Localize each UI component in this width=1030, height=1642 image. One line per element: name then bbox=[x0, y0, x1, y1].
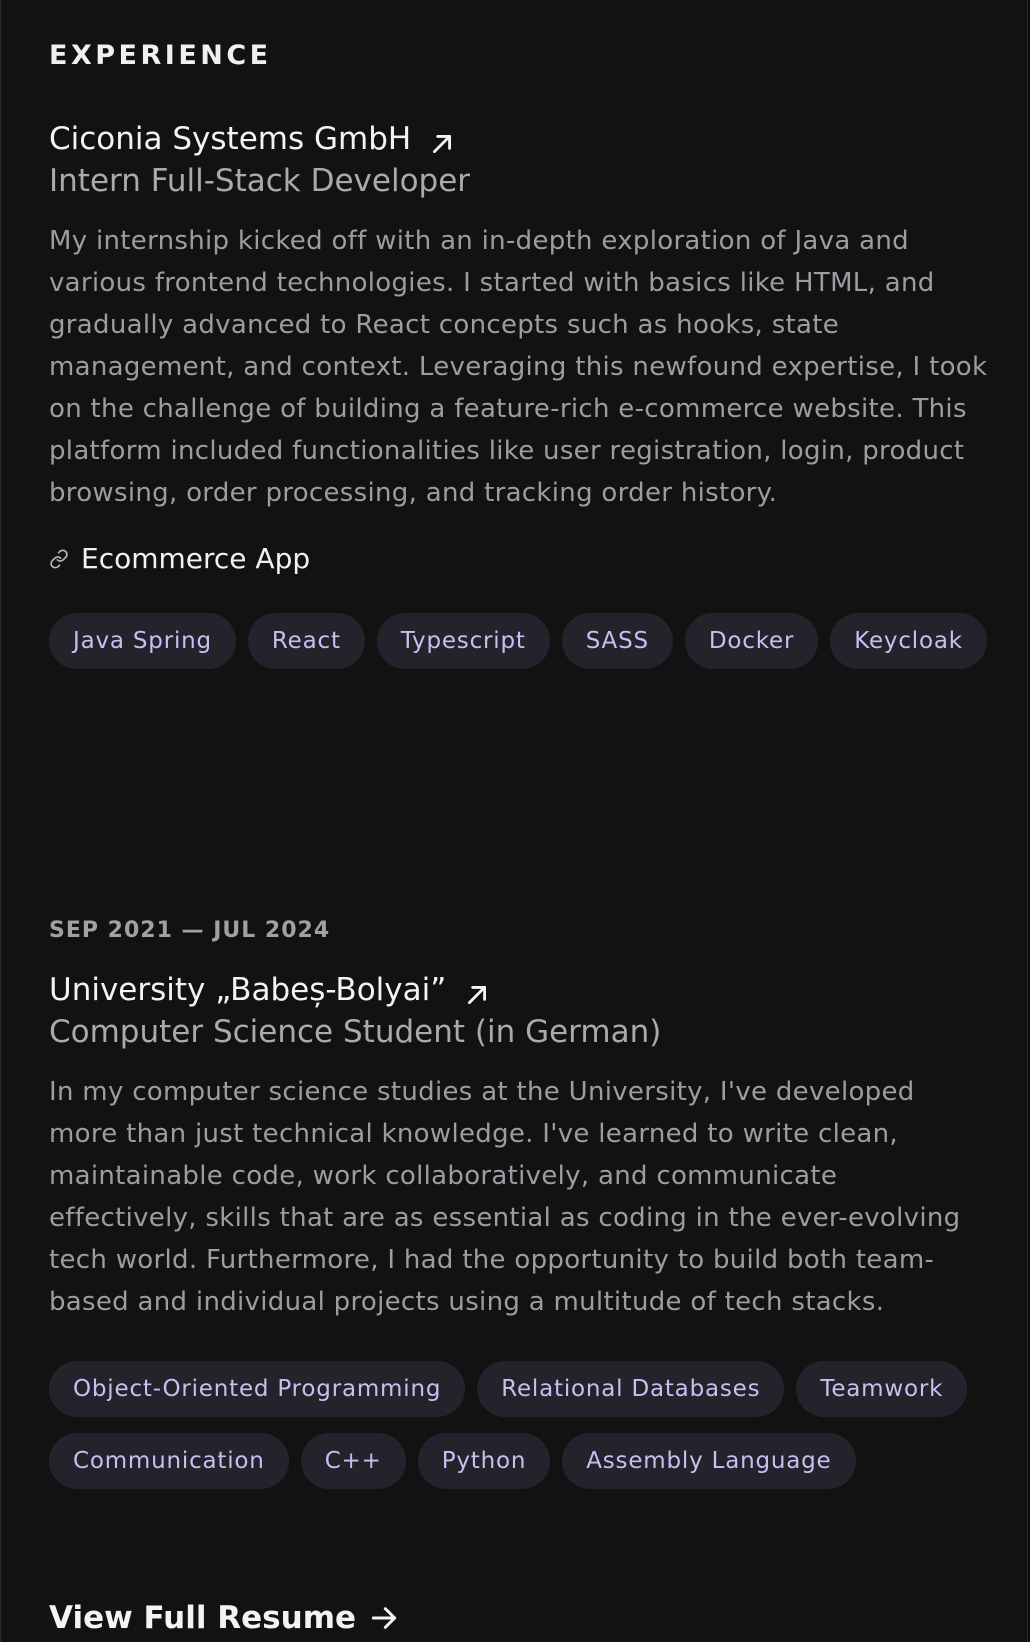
link-chain-icon bbox=[50, 548, 68, 569]
tag-react: React bbox=[247, 613, 365, 669]
tag-docker: Docker bbox=[684, 613, 819, 669]
organization-link[interactable]: University „Babeș-Bolyai” bbox=[49, 969, 989, 1011]
tag-keycloak: Keycloak bbox=[830, 613, 987, 669]
arrow-up-right-icon bbox=[468, 986, 487, 1004]
tag-cpp: C++ bbox=[300, 1433, 406, 1489]
project-link-label: Ecommerce App bbox=[81, 542, 311, 575]
tag-oop: Object-Oriented Programming bbox=[49, 1361, 466, 1417]
tag-teamwork: Teamwork bbox=[796, 1361, 968, 1417]
tag-relational-databases: Relational Databases bbox=[477, 1361, 785, 1417]
tech-tags: Java Spring React Typescript SASS Docker… bbox=[49, 613, 989, 669]
experience-entry-university: SEP 2021 — JUL 2024 University „Babeș-Bo… bbox=[49, 918, 989, 1489]
experience-panel: EXPERIENCE Ciconia Systems GmbH Intern F… bbox=[0, 0, 1028, 1642]
job-description: My internship kicked off with an in-dept… bbox=[49, 226, 988, 508]
job-description: In my computer science studies at the Un… bbox=[49, 1077, 961, 1317]
job-role: Intern Full-Stack Developer bbox=[49, 163, 471, 199]
tag-sass: SASS bbox=[561, 613, 673, 669]
experience-entry-ciconia: Ciconia Systems GmbH Intern Full-Stack D… bbox=[49, 118, 989, 669]
organization-link[interactable]: Ciconia Systems GmbH bbox=[49, 118, 989, 160]
organization-name: Ciconia Systems GmbH bbox=[49, 121, 412, 157]
tag-java-spring: Java Spring bbox=[49, 613, 236, 669]
arrow-up-right-icon bbox=[433, 135, 452, 153]
tag-communication: Communication bbox=[49, 1433, 289, 1489]
date-range: SEP 2021 — JUL 2024 bbox=[49, 918, 331, 943]
arrow-right-icon bbox=[371, 1607, 397, 1629]
project-link[interactable]: Ecommerce App bbox=[49, 542, 989, 575]
view-full-resume-link[interactable]: View Full Resume bbox=[49, 1600, 400, 1636]
view-full-resume-label: View Full Resume bbox=[49, 1600, 357, 1636]
section-title: EXPERIENCE bbox=[49, 40, 272, 71]
tag-assembly: Assembly Language bbox=[562, 1433, 856, 1489]
organization-name: University „Babeș-Bolyai” bbox=[49, 972, 447, 1008]
skill-tags: Object-Oriented Programming Relational D… bbox=[49, 1361, 989, 1489]
job-role: Computer Science Student (in German) bbox=[49, 1014, 662, 1050]
tag-typescript: Typescript bbox=[376, 613, 550, 669]
tag-python: Python bbox=[417, 1433, 551, 1489]
